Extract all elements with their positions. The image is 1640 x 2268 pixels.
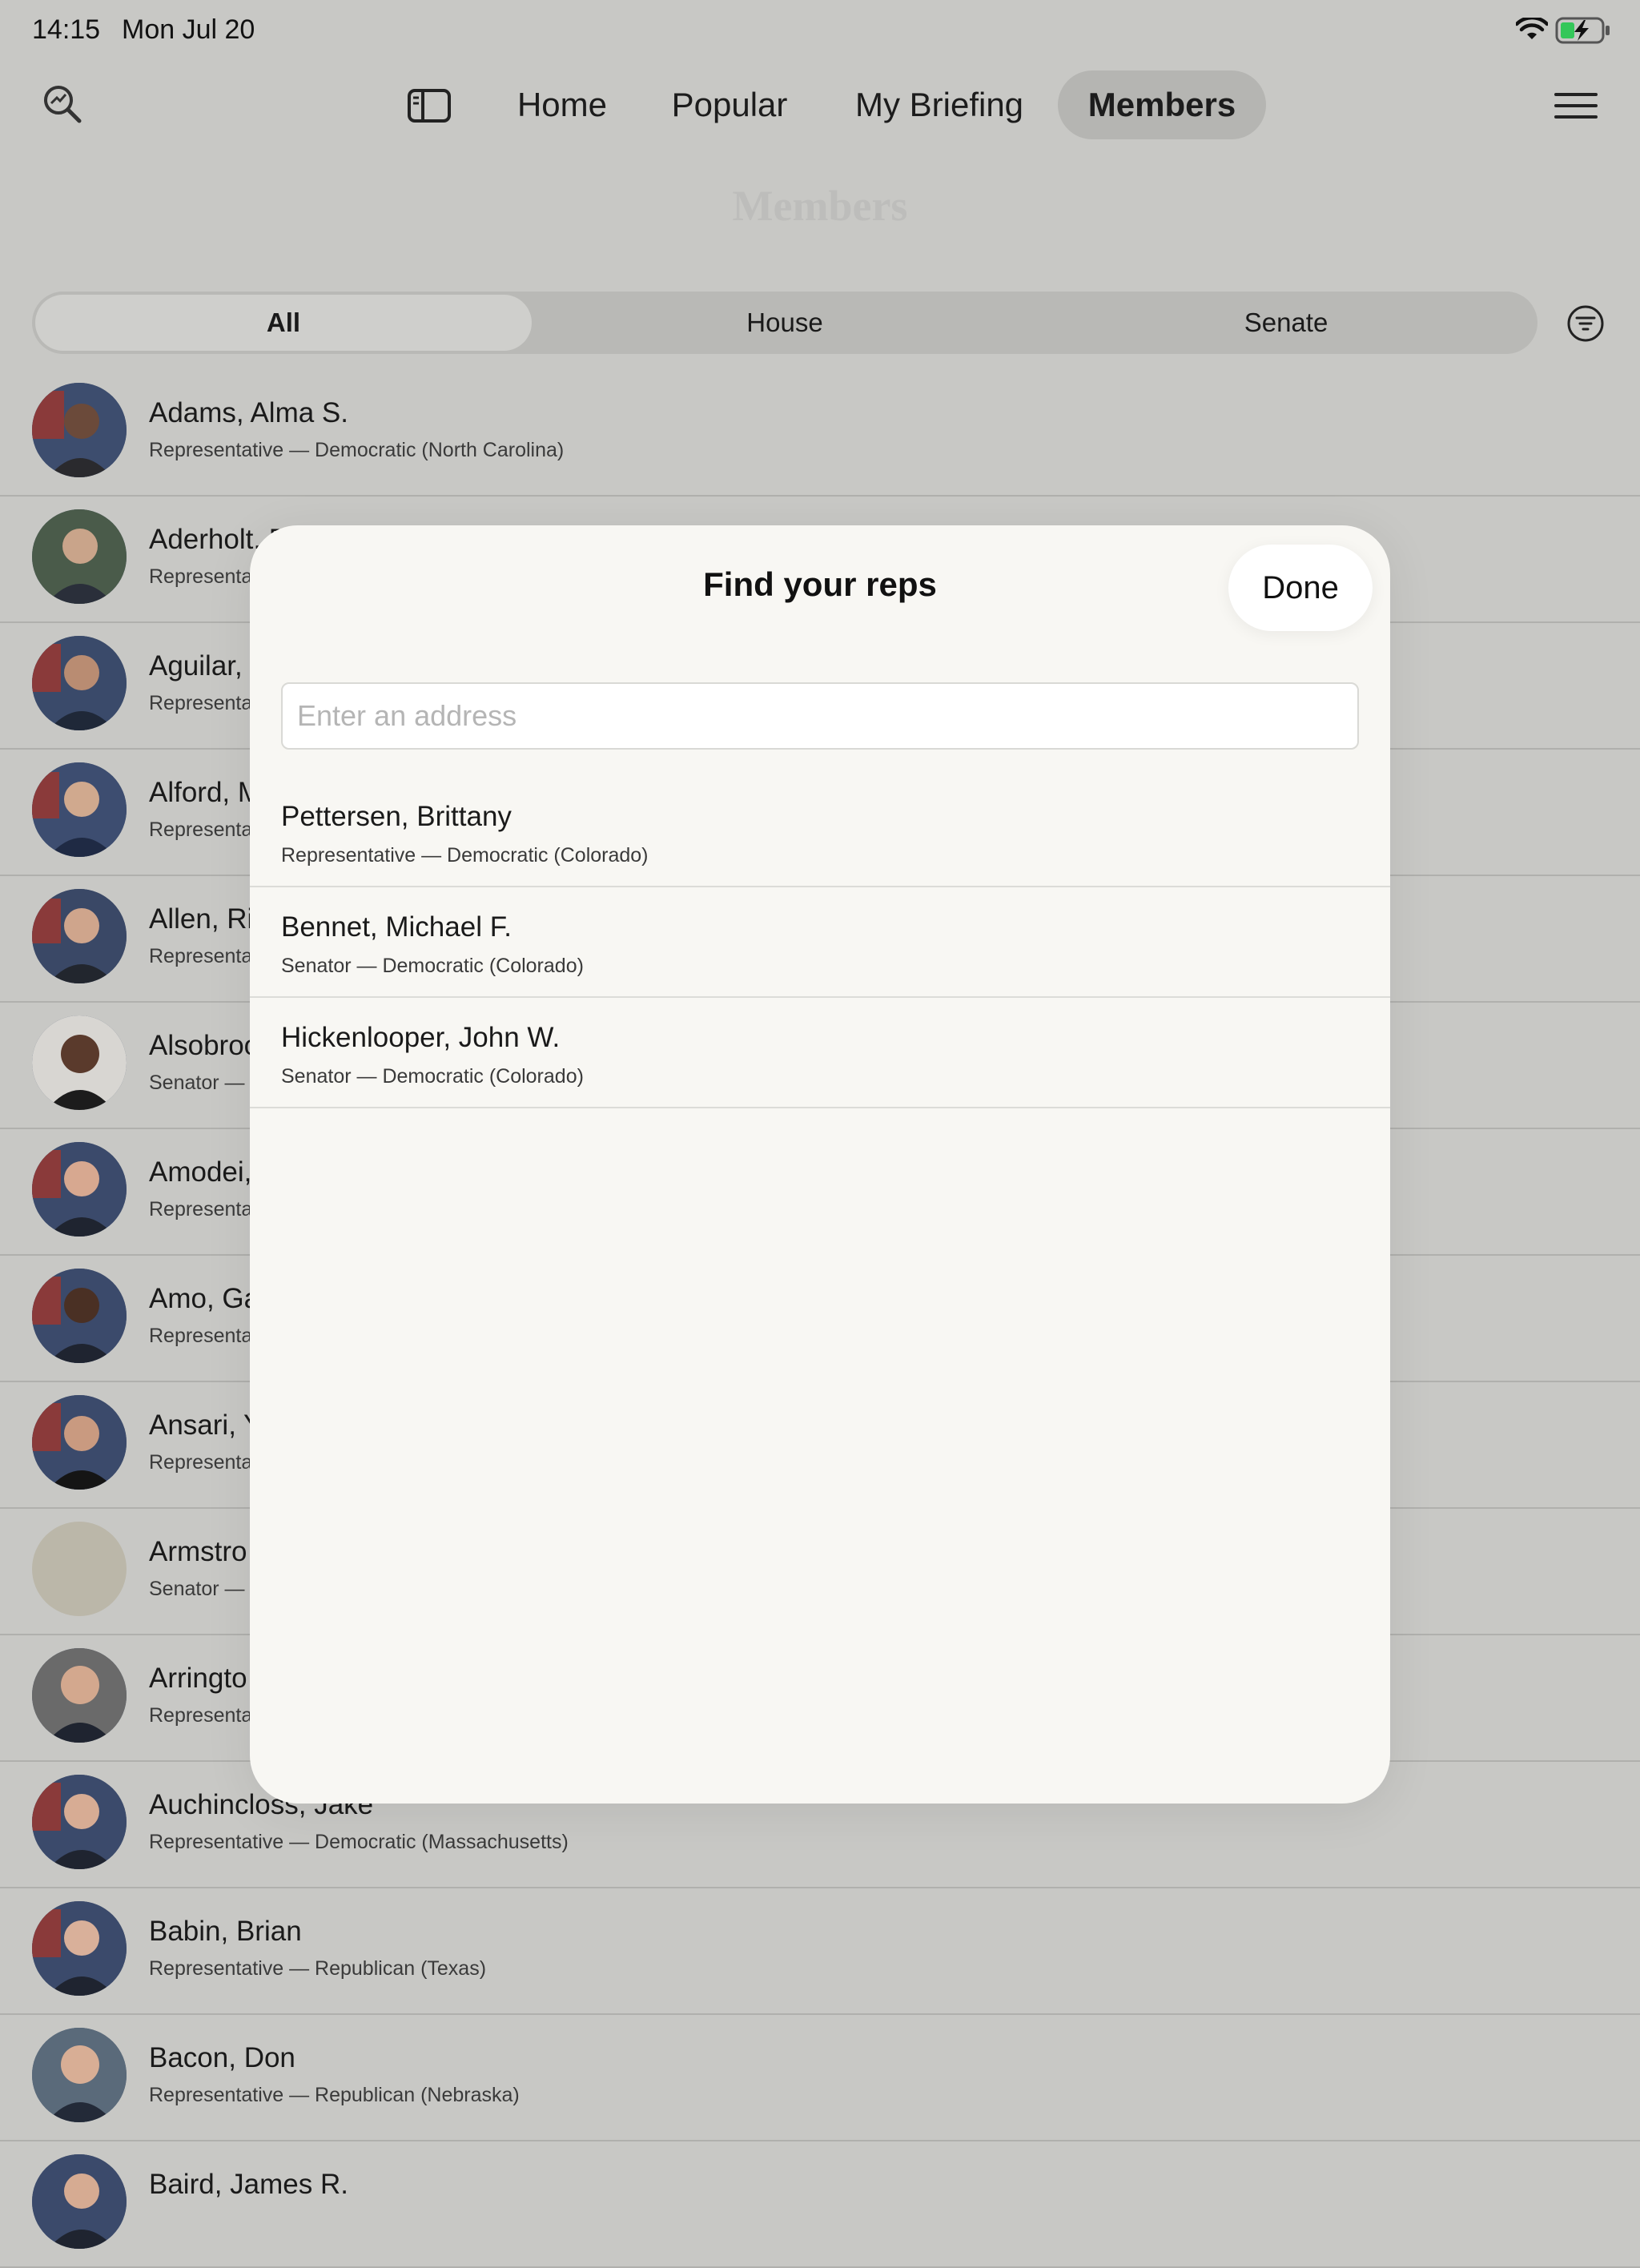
tab-popular[interactable]: Popular	[657, 70, 802, 139]
rep-subtitle: Senator — Democratic (Colorado)	[281, 1065, 584, 1088]
member-avatar	[32, 1269, 127, 1363]
member-subtitle: Senator —	[149, 1072, 245, 1094]
hamburger-menu-icon[interactable]	[1554, 90, 1598, 122]
member-subtitle: Representative — Republican (Nebraska)	[149, 2084, 520, 2106]
member-subtitle: Representa	[149, 1325, 253, 1347]
member-avatar	[32, 889, 127, 983]
find-your-reps-modal: Find your reps Done Pettersen, Brittany …	[250, 525, 1390, 1804]
member-row[interactable]: Bacon, Don Representative — Republican (…	[0, 2015, 1640, 2141]
member-name: Aguilar,	[149, 650, 243, 682]
address-input[interactable]	[281, 682, 1359, 750]
member-avatar	[32, 762, 127, 857]
member-name: Amodei,	[149, 1156, 252, 1188]
modal-title: Find your reps	[703, 565, 937, 603]
member-subtitle: Representa	[149, 692, 253, 714]
tab-my-briefing[interactable]: My Briefing	[839, 70, 1039, 139]
rep-row[interactable]: Pettersen, Brittany Representative — Dem…	[250, 777, 1390, 887]
member-avatar	[32, 1015, 127, 1110]
member-avatar	[32, 1901, 127, 1996]
member-avatar	[32, 1775, 127, 1869]
member-avatar	[32, 509, 127, 604]
member-avatar	[32, 2154, 127, 2249]
member-avatar-placeholder	[32, 1522, 127, 1616]
member-row[interactable]: Adams, Alma S. Representative — Democrat…	[0, 370, 1640, 497]
tab-members[interactable]: Members	[1058, 70, 1266, 139]
member-avatar	[32, 636, 127, 730]
member-name: Alsobroo	[149, 1030, 260, 1061]
member-subtitle: Representa	[149, 818, 253, 841]
member-name: Alford, M	[149, 777, 262, 808]
segment-house[interactable]: House	[537, 295, 1033, 351]
status-bar: 14:15 Mon Jul 20	[0, 0, 1640, 64]
search-icon[interactable]	[42, 83, 83, 125]
member-name: Arringto	[149, 1663, 247, 1694]
filter-icon[interactable]	[1566, 304, 1605, 343]
member-avatar	[32, 1648, 127, 1743]
rep-results-list: Pettersen, Brittany Representative — Dem…	[250, 777, 1390, 1108]
member-name: Bacon, Don	[149, 2042, 295, 2073]
rep-subtitle: Representative — Democratic (Colorado)	[281, 844, 649, 867]
member-name: Allen, Ri	[149, 903, 254, 935]
top-navigation: Home Popular My Briefing Members	[0, 67, 1640, 147]
member-subtitle: Representa	[149, 565, 253, 588]
member-name: Ansari, Y	[149, 1409, 263, 1441]
rep-name: Bennet, Michael F.	[281, 911, 512, 943]
member-name: Baird, James R.	[149, 2169, 348, 2200]
rep-name: Hickenlooper, John W.	[281, 1022, 561, 1053]
member-subtitle: Representative — Democratic (Massachuset…	[149, 1831, 569, 1853]
member-subtitle: Representa	[149, 1704, 253, 1727]
rep-name: Pettersen, Brittany	[281, 801, 512, 832]
sidebar-toggle-icon[interactable]	[407, 88, 452, 123]
member-subtitle: Senator —	[149, 1578, 245, 1600]
page-title: Members	[732, 182, 908, 230]
status-date: Mon Jul 20	[122, 14, 255, 45]
member-subtitle: Representative — Republican (Texas)	[149, 1957, 487, 1980]
member-subtitle: Representative — Democratic (North Carol…	[149, 439, 565, 461]
member-name: Amo, Ga	[149, 1283, 260, 1314]
member-name: Babin, Brian	[149, 1916, 302, 1947]
member-subtitle: Representa	[149, 1198, 253, 1220]
segment-all[interactable]: All	[35, 295, 532, 351]
rep-row[interactable]: Bennet, Michael F. Senator — Democratic …	[250, 887, 1390, 998]
segment-senate[interactable]: Senate	[1038, 295, 1534, 351]
chamber-segmented-control: All House Senate	[32, 292, 1538, 354]
rep-row[interactable]: Hickenlooper, John W. Senator — Democrat…	[250, 998, 1390, 1108]
member-avatar	[32, 383, 127, 477]
member-avatar	[32, 1395, 127, 1490]
member-avatar	[32, 1142, 127, 1237]
member-name: Armstro	[149, 1536, 247, 1567]
tab-home[interactable]: Home	[501, 70, 623, 139]
wifi-icon	[1516, 18, 1548, 39]
member-row[interactable]: Baird, James R.	[0, 2141, 1640, 2268]
done-button[interactable]: Done	[1228, 545, 1373, 631]
rep-subtitle: Senator — Democratic (Colorado)	[281, 955, 584, 977]
member-name: Adams, Alma S.	[149, 397, 348, 428]
member-subtitle: Representa	[149, 1451, 253, 1474]
member-avatar	[32, 2028, 127, 2122]
member-row[interactable]: Babin, Brian Representative — Republican…	[0, 1888, 1640, 2015]
status-time: 14:15	[32, 14, 101, 45]
battery-charging-icon	[1555, 17, 1610, 44]
member-subtitle: Representa	[149, 945, 253, 967]
